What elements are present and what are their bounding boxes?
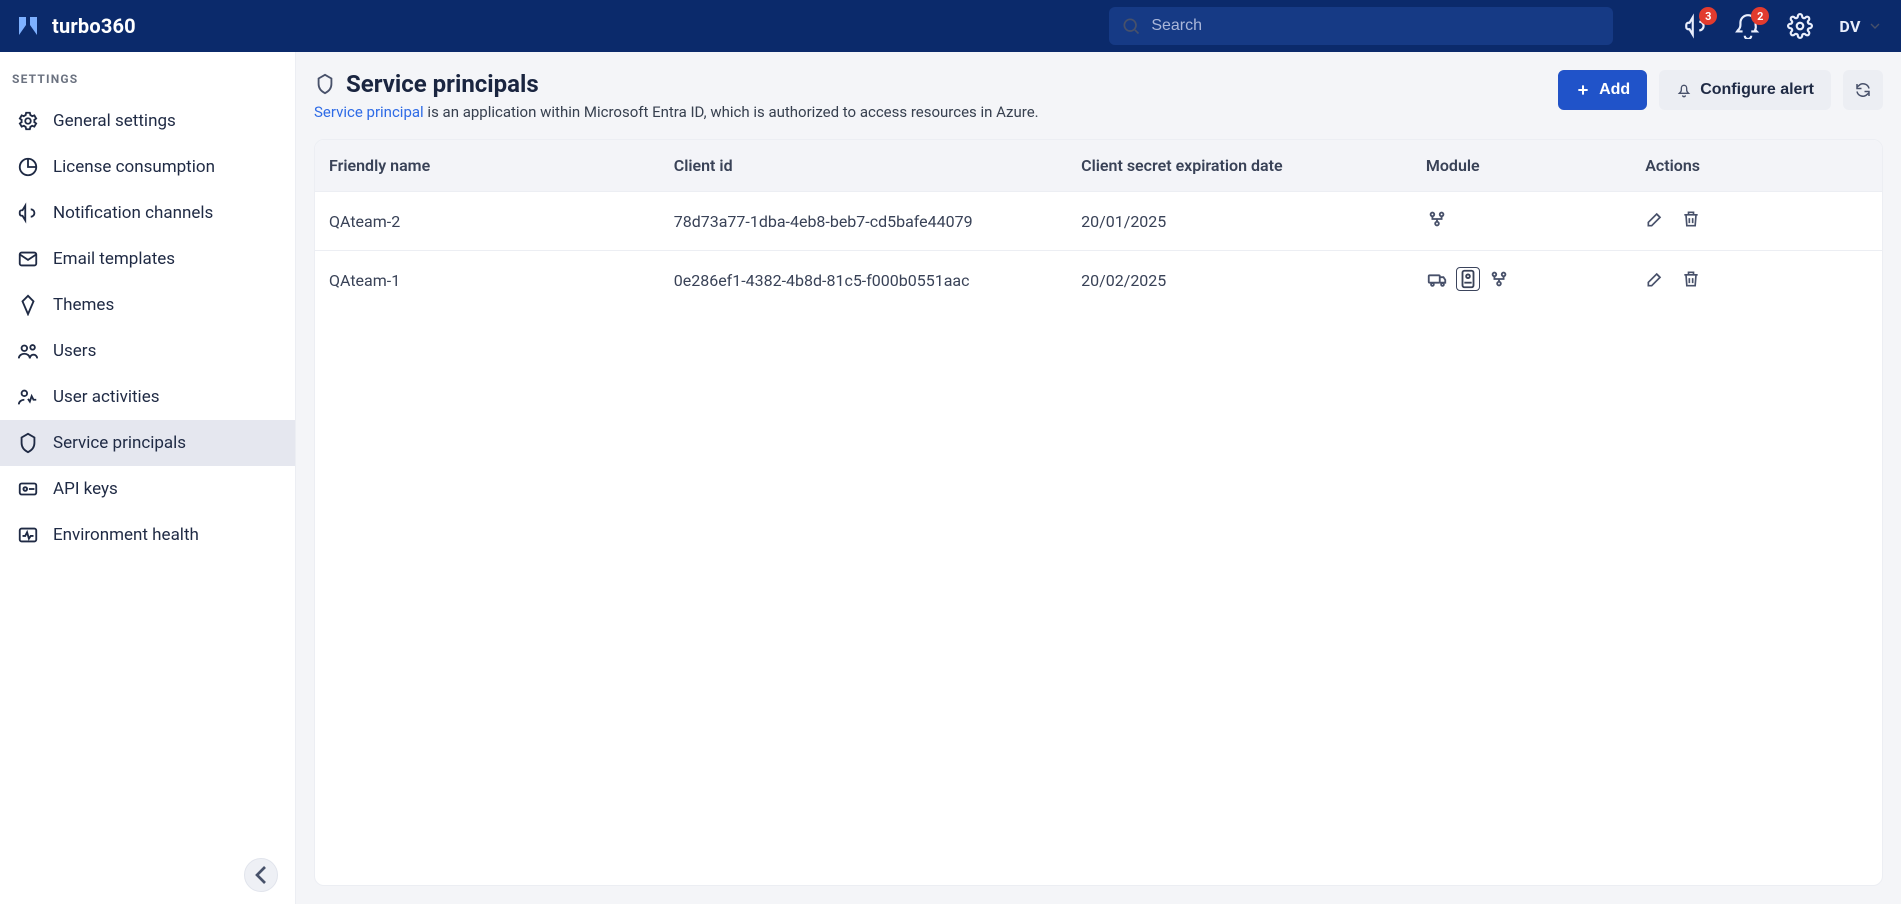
chevron-down-icon bbox=[1867, 18, 1883, 34]
refresh-icon bbox=[1854, 81, 1872, 99]
module-doc-icon bbox=[1456, 267, 1480, 291]
cell-expiration: 20/02/2025 bbox=[1081, 271, 1166, 290]
cell-client-id: 0e286ef1-4382-4b8d-81c5-f000b0551aac bbox=[674, 271, 970, 290]
plus-icon bbox=[1575, 82, 1591, 98]
gear-icon[interactable] bbox=[1787, 13, 1813, 39]
module-org-icon bbox=[1426, 208, 1448, 230]
sidebar-item-general-settings[interactable]: General settings bbox=[0, 98, 295, 144]
sidebar-item-user-activities[interactable]: User activities bbox=[0, 374, 295, 420]
sidebar-item-license-consumption[interactable]: License consumption bbox=[0, 144, 295, 190]
cell-friendly-name: QAteam-1 bbox=[329, 271, 400, 290]
sidebar-item-label: User activities bbox=[53, 387, 159, 407]
edit-icon[interactable] bbox=[1645, 209, 1665, 229]
bell-icon[interactable]: 2 bbox=[1735, 13, 1761, 39]
top-actions: 3 2 DV bbox=[1683, 13, 1883, 39]
page-subtitle: Service principal is an application with… bbox=[314, 103, 1039, 121]
trash-icon[interactable] bbox=[1681, 209, 1701, 229]
mail-icon bbox=[17, 248, 39, 270]
table-row[interactable]: QAteam-2 78d73a77-1dba-4eb8-beb7-cd5bafe… bbox=[315, 192, 1882, 251]
sidebar-heading: SETTINGS bbox=[0, 52, 295, 94]
user-menu[interactable]: DV bbox=[1839, 17, 1883, 36]
diamond-icon bbox=[17, 294, 39, 316]
heartbeat-icon bbox=[17, 524, 39, 546]
sidebar-item-service-principals[interactable]: Service principals bbox=[0, 420, 295, 466]
table-row[interactable]: QAteam-1 0e286ef1-4382-4b8d-81c5-f000b05… bbox=[315, 251, 1882, 311]
service-principals-icon bbox=[314, 73, 336, 95]
topbar: turbo360 3 2 DV bbox=[0, 0, 1901, 52]
sidebar-collapse-button[interactable] bbox=[244, 858, 278, 892]
th-client-id[interactable]: Client id bbox=[660, 140, 1067, 192]
cell-actions bbox=[1645, 269, 1701, 289]
sidebar-item-label: Environment health bbox=[53, 525, 199, 545]
brand-logo-icon bbox=[16, 14, 40, 38]
page-subtitle-text: is an application within Microsoft Entra… bbox=[427, 103, 1038, 121]
th-module[interactable]: Module bbox=[1412, 140, 1631, 192]
sidebar-item-label: General settings bbox=[53, 111, 176, 131]
cell-modules bbox=[1426, 208, 1448, 230]
user-initials: DV bbox=[1839, 17, 1861, 36]
sidebar-item-label: License consumption bbox=[53, 157, 215, 177]
sidebar-item-environment-health[interactable]: Environment health bbox=[0, 512, 295, 558]
gear-icon bbox=[17, 110, 39, 132]
page-actions: Add Configure alert bbox=[1558, 70, 1883, 110]
user-activity-icon bbox=[17, 386, 39, 408]
service-principals-table: Friendly name Client id Client secret ex… bbox=[315, 140, 1882, 310]
search-icon bbox=[1121, 16, 1141, 36]
th-actions: Actions bbox=[1631, 140, 1882, 192]
shield-icon bbox=[17, 432, 39, 454]
search-box[interactable] bbox=[1109, 7, 1613, 45]
main: Service principals Service principal is … bbox=[296, 52, 1901, 904]
add-button[interactable]: Add bbox=[1558, 70, 1647, 110]
sidebar-item-users[interactable]: Users bbox=[0, 328, 295, 374]
sidebar-item-email-templates[interactable]: Email templates bbox=[0, 236, 295, 282]
sidebar-item-label: Service principals bbox=[53, 433, 186, 453]
sidebar-item-notification-channels[interactable]: Notification channels bbox=[0, 190, 295, 236]
table-card: Friendly name Client id Client secret ex… bbox=[314, 139, 1883, 886]
page-title-text: Service principals bbox=[346, 70, 539, 98]
brand-name: turbo360 bbox=[52, 14, 136, 38]
cell-client-id: 78d73a77-1dba-4eb8-beb7-cd5bafe44079 bbox=[674, 212, 973, 231]
key-icon bbox=[17, 478, 39, 500]
megaphone-icon bbox=[17, 202, 39, 224]
bell-outline-icon bbox=[1676, 82, 1692, 98]
sidebar-item-label: Notification channels bbox=[53, 203, 213, 223]
brand[interactable]: turbo360 bbox=[16, 14, 136, 38]
pie-icon bbox=[17, 156, 39, 178]
cell-actions bbox=[1645, 209, 1701, 229]
configure-alert-label: Configure alert bbox=[1700, 81, 1814, 99]
sidebar-item-api-keys[interactable]: API keys bbox=[0, 466, 295, 512]
configure-alert-button[interactable]: Configure alert bbox=[1659, 70, 1831, 110]
notifications-badge: 2 bbox=[1751, 7, 1769, 25]
cell-friendly-name: QAteam-2 bbox=[329, 212, 400, 231]
th-friendly-name[interactable]: Friendly name bbox=[315, 140, 660, 192]
sidebar-nav: General settings License consumption Notif… bbox=[0, 94, 295, 562]
sidebar-item-label: Users bbox=[53, 341, 96, 361]
refresh-button[interactable] bbox=[1843, 70, 1883, 110]
add-button-label: Add bbox=[1599, 81, 1630, 99]
service-principal-link[interactable]: Service principal bbox=[314, 103, 424, 121]
sidebar-item-label: Themes bbox=[53, 295, 114, 315]
sidebar-item-themes[interactable]: Themes bbox=[0, 282, 295, 328]
edit-icon[interactable] bbox=[1645, 269, 1665, 289]
sidebar-item-label: Email templates bbox=[53, 249, 175, 269]
page-title: Service principals bbox=[314, 70, 539, 98]
trash-icon[interactable] bbox=[1681, 269, 1701, 289]
cell-modules bbox=[1426, 267, 1510, 291]
announcements-badge: 3 bbox=[1699, 7, 1717, 25]
module-delivery-icon bbox=[1426, 268, 1448, 290]
search-input[interactable] bbox=[1151, 17, 1601, 35]
th-expiration[interactable]: Client secret expiration date bbox=[1067, 140, 1412, 192]
page-header: Service principals Service principal is … bbox=[314, 70, 1883, 121]
cell-expiration: 20/01/2025 bbox=[1081, 212, 1166, 231]
users-icon bbox=[17, 340, 39, 362]
sidebar-item-label: API keys bbox=[53, 479, 118, 499]
announcements-icon[interactable]: 3 bbox=[1683, 13, 1709, 39]
module-org-icon bbox=[1488, 268, 1510, 290]
sidebar: SETTINGS General settings License consump… bbox=[0, 52, 296, 904]
